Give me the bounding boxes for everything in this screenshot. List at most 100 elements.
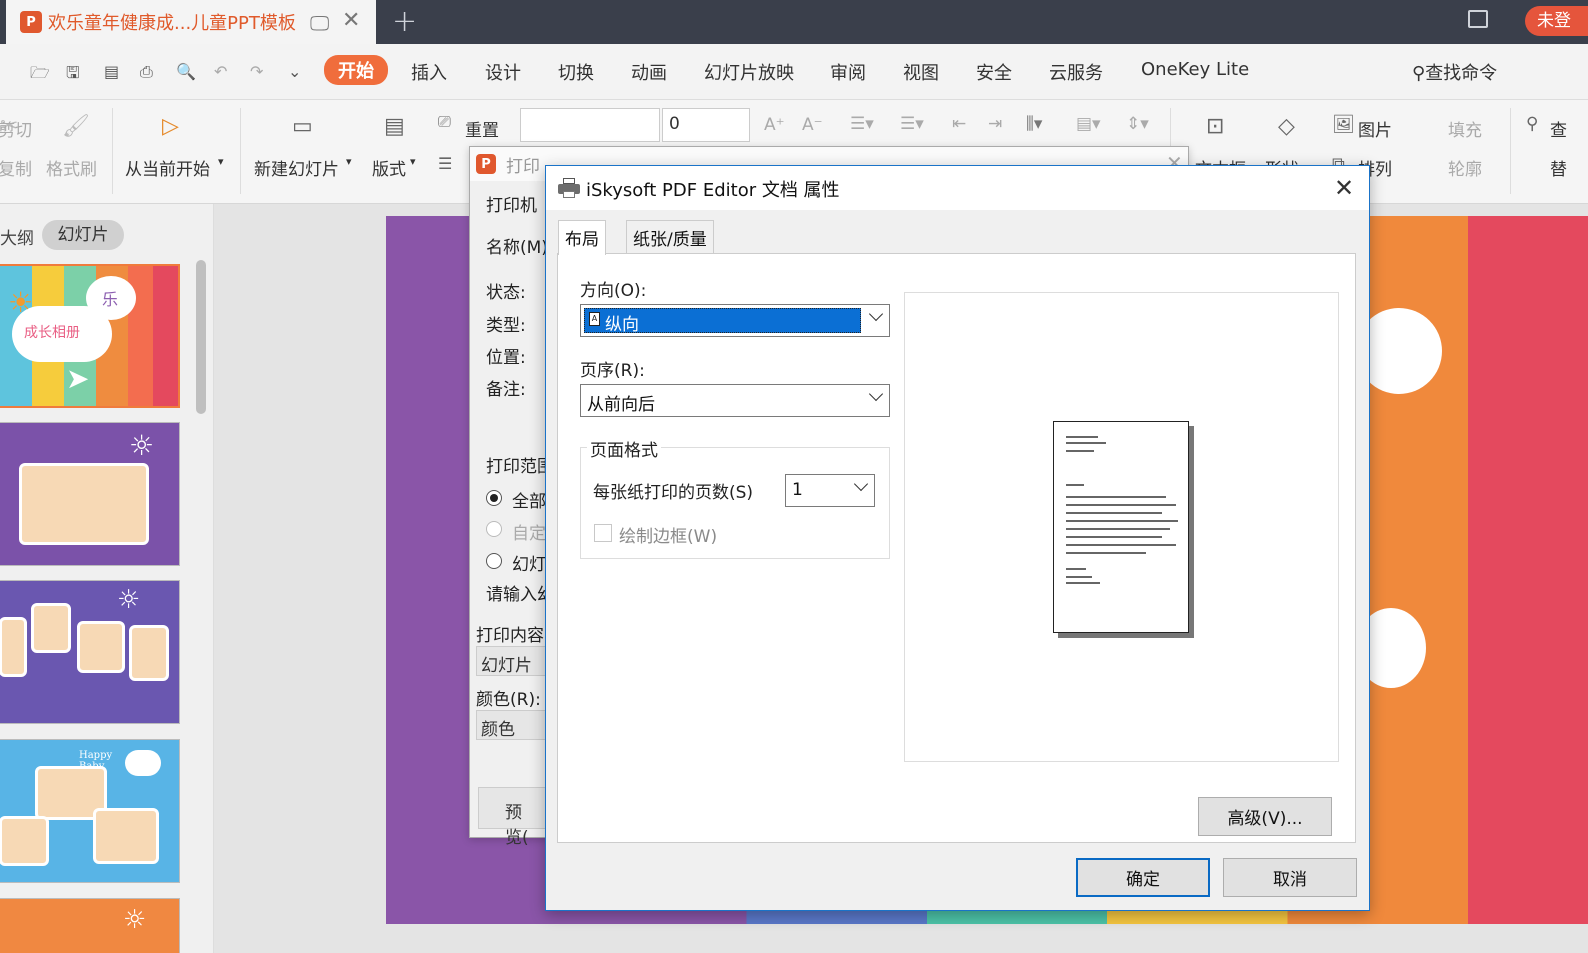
save-icon[interactable]: 🖫 bbox=[66, 62, 80, 89]
draw-borders-label: 绘制边框(W) bbox=[619, 527, 718, 547]
bullet-list-icon[interactable]: ☰▾ bbox=[850, 114, 874, 134]
title-bar: P 欢乐童年健康成...儿童PPT模板 🖵 ✕ + 未登 bbox=[0, 0, 1588, 44]
decrease-font-icon[interactable]: A⁻ bbox=[802, 115, 823, 135]
login-button[interactable]: 未登 bbox=[1525, 6, 1588, 36]
preview-text-line bbox=[1066, 504, 1176, 506]
font-size-combo[interactable]: 0 bbox=[662, 108, 750, 142]
chevron-down-icon[interactable]: ▾ bbox=[346, 155, 352, 168]
slide-thumbnail-2[interactable]: ☼ bbox=[0, 422, 180, 566]
photo-frame bbox=[0, 617, 27, 677]
menu-tab-transition[interactable]: 切换 bbox=[558, 59, 594, 85]
reset-button[interactable]: 重置 bbox=[465, 116, 499, 141]
redo-icon[interactable]: ↷ bbox=[250, 62, 263, 81]
preview-text-line bbox=[1066, 528, 1170, 530]
undo-icon[interactable]: ↶ bbox=[214, 62, 227, 81]
thumbnail-scrollbar[interactable] bbox=[196, 260, 206, 414]
preview-text-line bbox=[1066, 484, 1084, 486]
export-pdf-icon[interactable]: ▤ bbox=[104, 62, 119, 81]
orientation-selected-value: A 纵向 bbox=[584, 308, 861, 335]
cut-button[interactable]: 剪切 bbox=[0, 116, 32, 141]
increase-font-icon[interactable]: A⁺ bbox=[764, 115, 785, 135]
chevron-down-icon[interactable]: ▾ bbox=[218, 155, 224, 168]
increase-indent-icon[interactable]: ⇥ bbox=[988, 114, 1002, 134]
close-icon[interactable]: ✕ bbox=[1334, 174, 1354, 202]
copy-button[interactable]: 复制 bbox=[0, 155, 32, 180]
section-icon[interactable]: ☰ bbox=[438, 154, 452, 173]
print-icon[interactable]: ⎙ bbox=[140, 62, 153, 82]
color-select[interactable]: 颜色 bbox=[476, 710, 556, 740]
outline-button[interactable]: 轮廓 bbox=[1448, 155, 1482, 180]
slide-thumbnail-5[interactable]: ☼ bbox=[0, 898, 180, 953]
layout-button[interactable]: 版式 bbox=[372, 155, 406, 180]
advanced-button[interactable]: 高级(V)... bbox=[1198, 797, 1332, 836]
layout-tab-panel: 方向(O): A 纵向 页序(R): 从前向后 页面格式 每张纸打印的页数(S)… bbox=[557, 253, 1356, 843]
play-from-current-button[interactable]: 从当前开始 bbox=[125, 155, 210, 180]
page-order-select[interactable]: 从前向后 bbox=[580, 384, 890, 417]
search-command[interactable]: ⚲查找命令 bbox=[1412, 59, 1497, 85]
close-tab-icon[interactable]: ✕ bbox=[342, 8, 360, 33]
find-button[interactable]: 查 bbox=[1550, 116, 1567, 141]
preview-text-line bbox=[1066, 436, 1098, 438]
printer-icon bbox=[558, 178, 580, 198]
open-folder-icon[interactable]: 🗁 bbox=[30, 62, 50, 89]
format-painter-button[interactable]: 格式刷 bbox=[46, 155, 97, 180]
replace-button[interactable]: 替 bbox=[1550, 155, 1567, 180]
slide-thumbnail-4[interactable]: Happy Baby bbox=[0, 739, 180, 883]
orientation-label: 方向(O): bbox=[580, 281, 647, 301]
draw-borders-checkbox[interactable] bbox=[594, 524, 612, 542]
align-text-icon[interactable]: ▤▾ bbox=[1076, 114, 1101, 134]
properties-dialog-header: iSkysoft PDF Editor 文档 属性 ✕ bbox=[546, 166, 1369, 210]
range-custom-radio[interactable] bbox=[486, 521, 502, 537]
document-title: 欢乐童年健康成...儿童PPT模板 bbox=[48, 13, 296, 34]
menu-tab-insert[interactable]: 插入 bbox=[411, 59, 447, 85]
menu-tab-security[interactable]: 安全 bbox=[976, 59, 1012, 85]
tab-slides[interactable]: 幻灯片 bbox=[42, 220, 124, 250]
font-name-combo[interactable] bbox=[520, 108, 660, 142]
tab-outline[interactable]: 大纲 bbox=[0, 224, 34, 249]
cancel-button[interactable]: 取消 bbox=[1223, 858, 1357, 897]
menu-tab-onekey[interactable]: OneKey Lite bbox=[1141, 59, 1249, 80]
menu-tab-slideshow[interactable]: 幻灯片放映 bbox=[704, 59, 794, 85]
fill-button[interactable]: 填充 bbox=[1448, 116, 1482, 141]
text-direction-icon[interactable]: ⫼▾ bbox=[1026, 114, 1042, 134]
menu-tab-home[interactable]: 开始 bbox=[324, 55, 388, 85]
print-content-select[interactable]: 幻灯片 bbox=[476, 646, 556, 676]
slide-thumbnail-1[interactable]: 成长相册 乐 ☀ ➤ bbox=[0, 264, 180, 408]
photo-frame bbox=[31, 603, 71, 653]
orientation-select[interactable]: A 纵向 bbox=[580, 304, 890, 337]
menu-tab-cloud[interactable]: 云服务 bbox=[1049, 59, 1103, 85]
numbered-list-icon[interactable]: ☰▾ bbox=[900, 114, 924, 134]
menu-tab-review[interactable]: 审阅 bbox=[830, 59, 866, 85]
customize-dropdown-icon[interactable]: ⌄ bbox=[288, 62, 301, 81]
print-content-label: 打印内容 bbox=[476, 626, 544, 646]
tab-layout[interactable]: 布局 bbox=[558, 220, 606, 255]
find-icon: ⚲ bbox=[1526, 114, 1539, 134]
menu-tab-view[interactable]: 视图 bbox=[903, 59, 939, 85]
menu-tab-animation[interactable]: 动画 bbox=[631, 59, 667, 85]
preview-text-line bbox=[1066, 512, 1162, 514]
preview-text-line bbox=[1066, 536, 1162, 538]
pages-per-sheet-select[interactable]: 1 bbox=[785, 474, 875, 507]
layout-icon: ▤ bbox=[384, 114, 405, 139]
window-layout-icon[interactable] bbox=[1468, 10, 1488, 28]
document-tab[interactable]: P 欢乐童年健康成...儿童PPT模板 🖵 ✕ bbox=[6, 0, 376, 44]
line-spacing-icon[interactable]: ⇕▾ bbox=[1126, 114, 1149, 134]
new-tab-plus-icon[interactable]: + bbox=[392, 4, 417, 39]
slide-thumbnail-3[interactable]: ☼ bbox=[0, 580, 180, 724]
preview-text-line bbox=[1066, 576, 1092, 578]
sun-icon: ☼ bbox=[123, 905, 147, 935]
picture-button[interactable]: 图片 bbox=[1358, 116, 1392, 141]
print-preview-icon[interactable]: 🔍 bbox=[176, 62, 196, 81]
range-slides-radio[interactable] bbox=[486, 553, 502, 569]
portrait-page-icon: A bbox=[589, 312, 600, 326]
color-label: 颜色(R): bbox=[476, 690, 541, 710]
range-all-radio[interactable] bbox=[486, 490, 502, 506]
monitor-icon[interactable]: 🖵 bbox=[310, 11, 329, 35]
ok-button[interactable]: 确定 bbox=[1076, 858, 1210, 897]
tab-paper-quality[interactable]: 纸张/质量 bbox=[626, 220, 714, 253]
chevron-down-icon[interactable]: ▾ bbox=[410, 155, 416, 168]
page-order-label: 页序(R): bbox=[580, 361, 645, 381]
new-slide-button[interactable]: 新建幻灯片 bbox=[254, 155, 339, 180]
decrease-indent-icon[interactable]: ⇤ bbox=[952, 114, 966, 134]
menu-tab-design[interactable]: 设计 bbox=[485, 59, 521, 85]
